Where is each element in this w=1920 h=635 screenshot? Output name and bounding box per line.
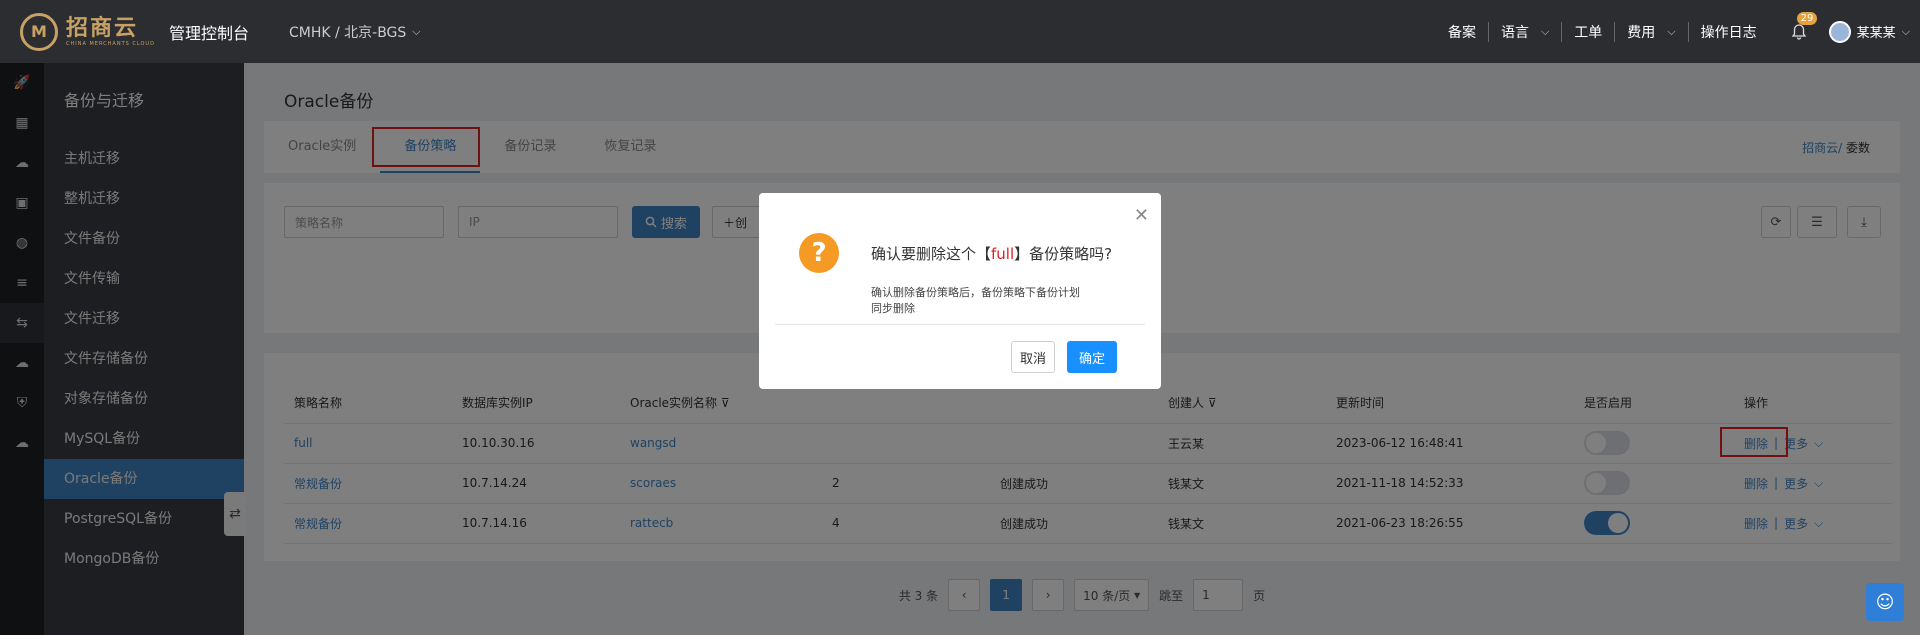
chevron-down-icon: ⌵ <box>1540 24 1550 38</box>
dialog-message: 确认删除备份策略后，备份策略下备份计划同步删除 <box>871 286 1080 315</box>
notification-badge: 29 <box>1796 11 1818 25</box>
cancel-button[interactable]: 取消 <box>1011 341 1055 373</box>
modal-overlay-left <box>0 63 244 635</box>
nav-filing[interactable]: 备案 <box>1436 22 1488 42</box>
logo-mark-icon: M <box>20 12 58 51</box>
confirm-button[interactable]: 确定 <box>1067 341 1117 373</box>
policy-name-highlight: full <box>991 245 1015 263</box>
nav-language[interactable]: 语言 ⌵ <box>1487 21 1561 42</box>
user-name: 某某某 <box>1856 26 1896 41</box>
dialog-title: 确认要删除这个【full】备份策略吗? <box>871 245 1113 263</box>
logo[interactable]: M 招商云 CHINA MERCHANTS CLOUD <box>20 12 155 51</box>
region-selector[interactable]: CMHK / 北京-BGS ⌵ <box>289 22 421 42</box>
robot-icon: ☺ <box>1875 591 1895 613</box>
nav-ticket[interactable]: 工单 <box>1561 21 1614 42</box>
notification-bell[interactable]: 29 <box>1789 11 1818 42</box>
nav-operation-log[interactable]: 操作日志 <box>1687 21 1769 42</box>
bell-icon <box>1791 23 1806 40</box>
top-bar: M 招商云 CHINA MERCHANTS CLOUD 管理控制台 CMHK /… <box>0 0 1920 63</box>
close-icon[interactable]: ✕ <box>1134 205 1149 226</box>
nav-billing[interactable]: 费用 ⌵ <box>1614 21 1687 42</box>
chatbot-button[interactable]: ☺ <box>1866 583 1904 621</box>
region-label: CMHK / 北京-BGS <box>288 24 407 41</box>
chevron-down-icon: ⌵ <box>1667 24 1676 38</box>
logo-subtext: CHINA MERCHANTS CLOUD <box>66 40 155 47</box>
user-menu[interactable]: 某某某 ⌵ <box>1828 20 1910 43</box>
delete-confirm-dialog: ✕ ? 确认要删除这个【full】备份策略吗? 确认删除备份策略后，备份策略下备… <box>759 193 1161 389</box>
logo-text: 招商云 <box>66 15 139 41</box>
avatar <box>1828 20 1851 43</box>
console-title[interactable]: 管理控制台 <box>169 20 249 44</box>
chevron-down-icon: ⌵ <box>1901 24 1910 38</box>
divider <box>775 324 1145 325</box>
chevron-down-icon: ⌵ <box>412 24 421 38</box>
question-icon: ? <box>799 233 839 273</box>
